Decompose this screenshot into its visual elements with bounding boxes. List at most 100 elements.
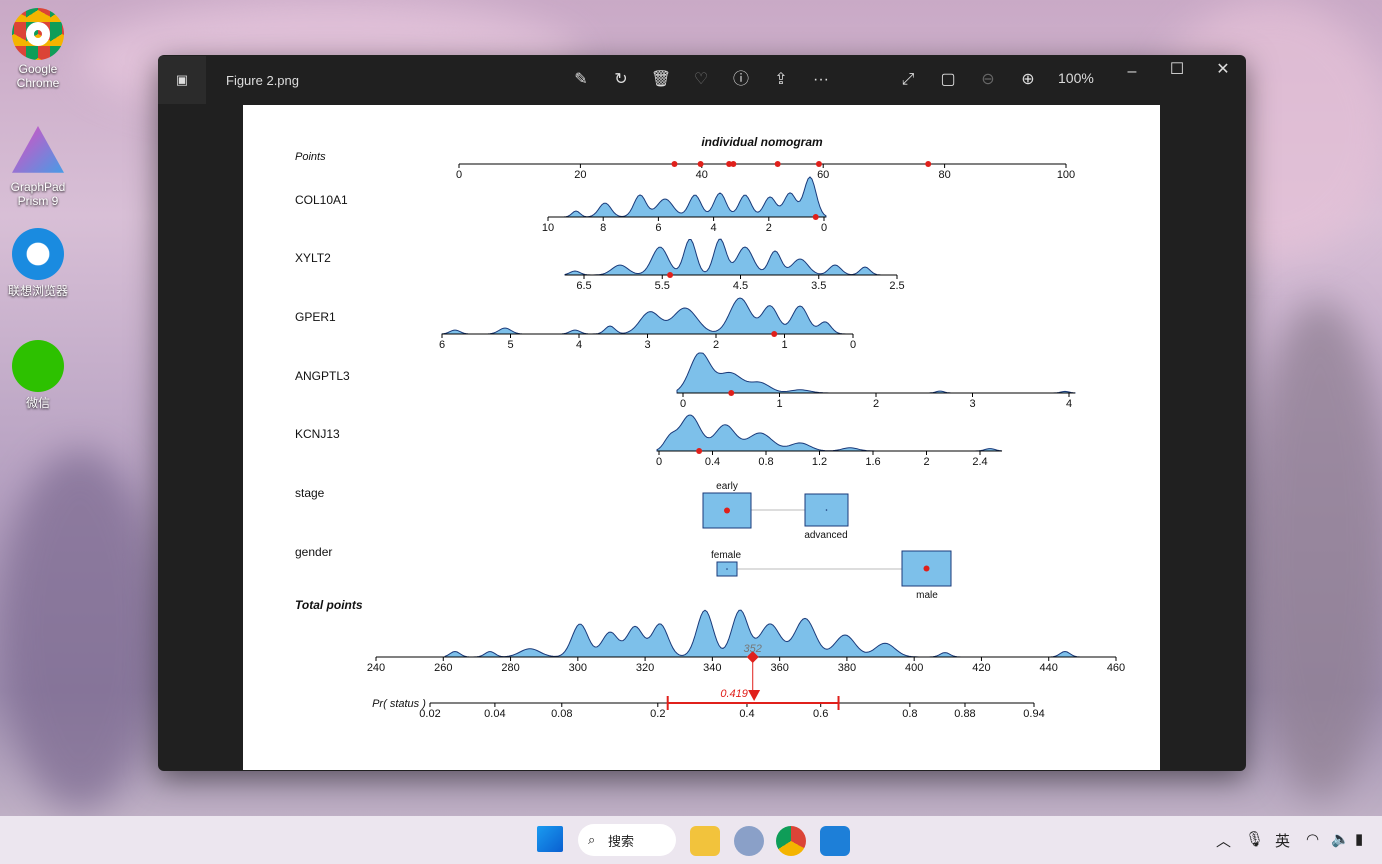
points-tick-label: 40 [696,169,708,181]
total-points-tick-label: 320 [636,662,654,674]
probability-tick-label: 0.94 [1023,708,1044,720]
points-marker [774,161,781,167]
axis-XYLT2-tick-label: 4.5 [733,280,748,292]
total-points-tick-label: 280 [501,662,519,674]
density-COL10A1 [548,176,827,218]
total-points-tick-label: 460 [1107,662,1125,674]
variable-label-XYLT2: XYLT2 [295,251,331,265]
chart-title: individual nomogram [701,135,823,149]
probability-label: Pr( status ) [372,698,426,710]
axis-KCNJ13-tick-label: 1.2 [812,456,827,468]
wifi-icon[interactable]: ◠ [1306,830,1319,848]
chrome-taskbar-icon[interactable] [776,826,806,856]
file-explorer-icon[interactable] [690,826,720,856]
axis-GPER1-tick-label: 0 [850,339,856,351]
variable-label-ANGPTL3: ANGPTL3 [295,369,350,383]
axis-KCNJ13-tick-label: 0 [656,456,662,468]
axis-KCNJ13-tick-label: 2 [923,456,929,468]
volume-icon[interactable]: 🔈 [1331,830,1350,848]
points-marker [925,161,932,167]
axis-XYLT2-tick-label: 2.5 [889,280,904,292]
axis-KCNJ13-tick-label: 1.6 [865,456,880,468]
density-ANGPTL3 [676,352,1076,394]
total-points-tick-label: 260 [434,662,452,674]
density-GPER1 [441,297,853,335]
probability-value: 0.419 [720,688,748,700]
category-label-early: early [716,481,738,492]
axis-ANGPTL3-tick-label: 0 [680,398,686,410]
total-points-tick-label: 400 [905,662,923,674]
value-marker-KCNJ13 [696,448,703,454]
points-tick-label: 0 [456,169,462,181]
density-KCNJ13 [656,414,1003,452]
total-points-tick-label: 360 [770,662,788,674]
axis-COL10A1-tick-label: 0 [821,222,827,234]
points-marker [671,161,678,167]
axis-ANGPTL3-tick-label: 1 [776,398,782,410]
photos-taskbar-icon[interactable] [820,826,850,856]
value-marker-GPER1 [771,331,778,337]
value-marker-COL10A1 [812,214,819,220]
variable-label-COL10A1: COL10A1 [295,193,348,207]
r-app-icon[interactable] [734,826,764,856]
points-tick-label: 60 [817,169,829,181]
probability-tick-label: 0.8 [902,708,917,720]
total-points-tick-label: 440 [1040,662,1058,674]
density-total-points [444,609,1081,658]
points-marker [815,161,822,167]
axis-GPER1-tick-label: 6 [439,339,445,351]
total-points-value: 352 [744,643,762,655]
category-label-advanced: advanced [804,530,847,541]
total-points-tick-label: 380 [838,662,856,674]
variable-label-KCNJ13: KCNJ13 [295,427,340,441]
points-marker [697,161,704,167]
axis-XYLT2-tick-label: 5.5 [655,280,670,292]
axis-ANGPTL3-tick-label: 2 [873,398,879,410]
battery-icon[interactable]: ▮ [1355,830,1363,848]
value-marker-XYLT2 [667,272,674,278]
probability-tick-label: 0.88 [954,708,975,720]
axis-GPER1-tick-label: 2 [713,339,719,351]
category-label-female: female [711,550,741,561]
search-icon: ⌕ [588,832,596,847]
axis-KCNJ13-tick-label: 0.8 [758,456,773,468]
points-tick-label: 100 [1057,169,1075,181]
axis-COL10A1-tick-label: 6 [655,222,661,234]
axis-GPER1-tick-label: 5 [507,339,513,351]
total-points-tick-label: 240 [367,662,385,674]
probability-tick-label: 0.6 [813,708,828,720]
ime-indicator[interactable]: 英 [1275,830,1290,851]
total-points-tick-label: 420 [972,662,990,674]
variable-label-GPER1: GPER1 [295,310,336,324]
probability-marker [748,690,761,701]
axis-GPER1-tick-label: 3 [644,339,650,351]
probability-tick-label: 0.4 [739,708,754,720]
value-marker-ANGPTL3 [728,390,735,396]
probability-tick-label: 0.08 [551,708,572,720]
points-label: Points [295,151,326,163]
probability-tick-label: 0.02 [419,708,440,720]
axis-COL10A1-tick-label: 4 [711,222,717,234]
points-tick-label: 20 [574,169,586,181]
total-points-label: Total points [295,598,363,612]
variable-label-stage: stage [295,486,325,500]
taskbar-search[interactable]: ⌕ 搜索 [578,824,676,856]
start-button[interactable] [537,826,563,852]
probability-tick-label: 0.04 [484,708,505,720]
probability-tick-label: 0.2 [650,708,665,720]
axis-KCNJ13-tick-label: 0.4 [705,456,720,468]
axis-KCNJ13-tick-label: 2.4 [972,456,987,468]
category-center [726,568,728,570]
axis-COL10A1-tick-label: 2 [766,222,772,234]
category-label-male: male [916,590,938,601]
microphone-icon[interactable]: 🎙 [1245,830,1264,848]
variable-label-gender: gender [295,545,332,559]
chevron-up-icon[interactable]: ︿ [1216,830,1231,851]
points-tick-label: 80 [938,169,950,181]
axis-ANGPTL3-tick-label: 3 [969,398,975,410]
nomogram-chart: individual nomogramPoints0 20 40 60 80 100COL… [295,135,1125,720]
axis-GPER1-tick-label: 4 [576,339,582,351]
axis-GPER1-tick-label: 1 [781,339,787,351]
value-marker-stage [724,507,730,514]
density-XYLT2 [564,238,897,276]
